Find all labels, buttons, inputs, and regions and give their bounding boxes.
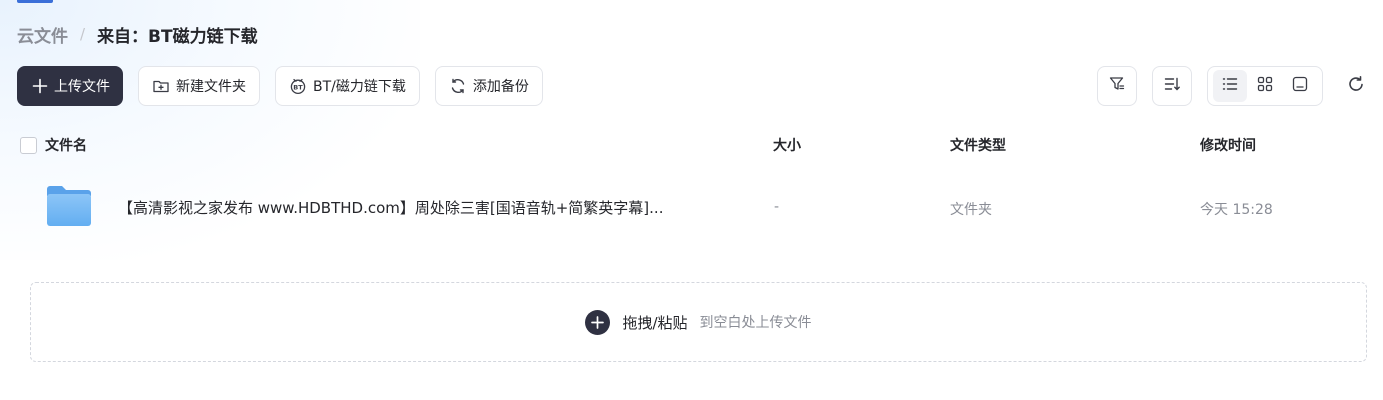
select-all-checkbox[interactable] [20,137,37,154]
bt-magnet-icon: BT [289,77,307,95]
bt-download-button[interactable]: BT BT/磁力链下载 [275,66,420,106]
table-header: 文件名 大小 文件类型 修改时间 [20,134,1383,158]
add-circle-icon [585,309,611,335]
file-size: - [774,199,780,215]
top-accent-bar [17,0,53,3]
grid-view-button[interactable] [1248,70,1282,102]
bt-download-button-label: BT/磁力链下载 [313,79,406,95]
file-name[interactable]: 【高清影视之家发布 www.HDBTHD.com】周处除三害[国语音轨+简繁英字… [118,197,718,218]
list-view-icon [1221,75,1239,97]
table-row[interactable]: 【高清影视之家发布 www.HDBTHD.com】周处除三害[国语音轨+简繁英字… [0,175,1383,237]
add-backup-button[interactable]: 添加备份 [434,66,543,106]
list-view-button[interactable] [1212,70,1247,102]
breadcrumb-root[interactable]: 云文件 [17,22,68,47]
view-mode-switch [1207,66,1323,106]
breadcrumb: 云文件 / 来自：BT磁力链下载 [17,22,258,47]
file-type: 文件夹 [950,202,992,218]
folder-icon [45,185,93,227]
upload-dropzone[interactable]: 拖拽/粘贴 到空白处上传文件 [30,282,1367,362]
plus-icon [31,77,49,95]
sort-icon [1163,75,1181,97]
dropzone-main-label: 拖拽/粘贴 [622,313,688,332]
toolbar: 上传文件 新建文件夹 BT BT/磁力链下载 添加备份 [17,66,543,106]
grid-view-icon [1256,75,1274,97]
column-header-type[interactable]: 文件类型 [950,137,1006,155]
thumbnail-view-button[interactable] [1283,70,1317,102]
thumbnail-view-icon [1291,75,1309,97]
refresh-icon [1346,74,1366,98]
file-modified-time: 今天 15:28 [1200,202,1273,218]
new-folder-button-label: 新建文件夹 [176,79,246,95]
upload-button-label: 上传文件 [54,79,110,95]
new-folder-icon [152,77,170,95]
dropzone-sub-label: 到空白处上传文件 [699,315,812,331]
column-header-name[interactable]: 文件名 [45,137,87,155]
svg-text:BT: BT [293,83,303,91]
breadcrumb-separator: / [80,25,86,43]
add-backup-button-label: 添加备份 [472,79,529,95]
refresh-button[interactable] [1342,72,1370,100]
breadcrumb-current: 来自：BT磁力链下载 [97,26,258,47]
backup-sync-icon [449,77,467,95]
upload-button[interactable]: 上传文件 [17,66,123,106]
sort-button[interactable] [1152,66,1192,106]
filter-button[interactable] [1097,66,1137,106]
column-header-size[interactable]: 大小 [773,137,801,155]
new-folder-button[interactable]: 新建文件夹 [138,66,260,106]
column-header-modified[interactable]: 修改时间 [1200,137,1256,155]
filter-icon [1108,75,1126,97]
view-tools [1083,66,1383,106]
